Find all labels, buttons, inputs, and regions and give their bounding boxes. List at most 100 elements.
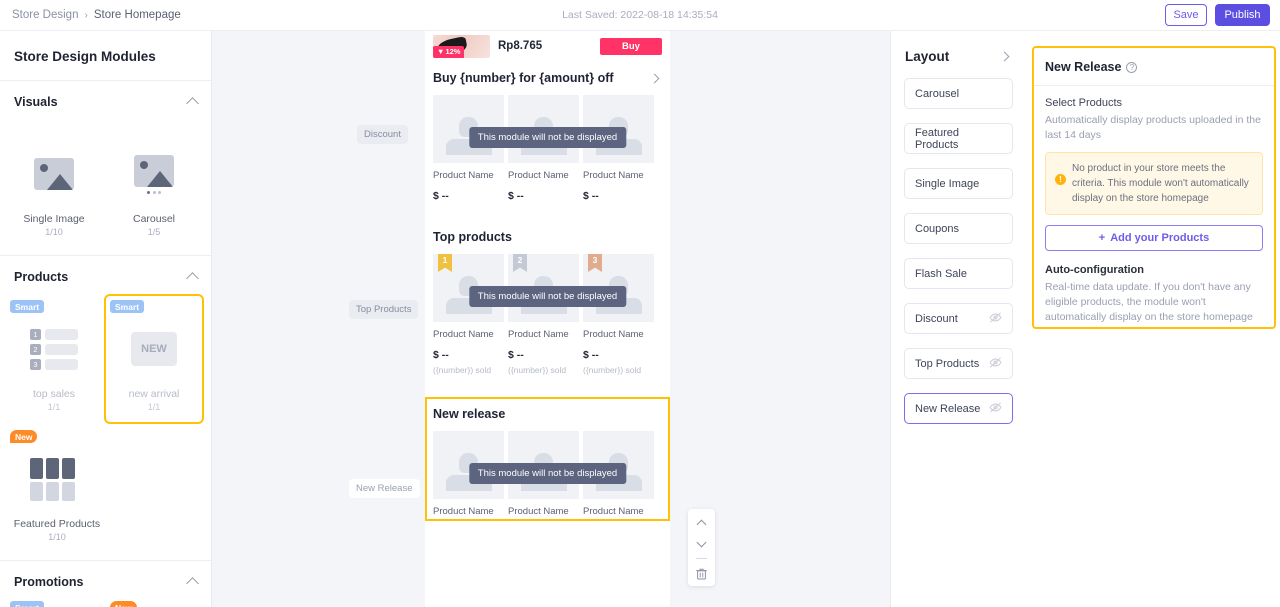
module-card-promo-b[interactable]: New	[104, 599, 204, 607]
module-title: Buy {number} for {amount} off	[433, 71, 614, 85]
product-sold-count: ({number}) sold	[508, 365, 579, 375]
new-badge: New	[10, 430, 37, 443]
layout-item-label: Discount	[915, 313, 958, 325]
sidebar-section-products[interactable]: Products	[0, 256, 211, 294]
chevron-right-icon[interactable]	[650, 73, 660, 83]
delete-icon[interactable]	[695, 567, 709, 580]
new-arrival-thumb: NEW	[108, 318, 200, 380]
module-title: New release	[433, 407, 505, 421]
module-card-new-arrival[interactable]: Smart NEW new arrival 1/1	[104, 294, 204, 424]
module-card-promo-a[interactable]: Smart	[4, 599, 104, 607]
product-name: Product Name	[433, 506, 504, 517]
layout-item-flash-sale[interactable]: Flash Sale	[904, 258, 1013, 289]
discount-tag: ▼12%	[433, 46, 464, 58]
featured-products-thumb	[8, 448, 106, 510]
layout-item-new-release[interactable]: New Release	[904, 393, 1013, 424]
layout-item-top-products[interactable]: Top Products	[904, 348, 1013, 379]
buy-button[interactable]: Buy	[600, 38, 662, 55]
top-sales-thumb: 1 2 3	[8, 318, 100, 380]
section-title-promotions: Promotions	[14, 575, 83, 589]
module-card-carousel[interactable]: Carousel 1/5	[104, 119, 204, 249]
smart-badge: Smart	[110, 300, 144, 313]
layout-item-label: Flash Sale	[915, 268, 967, 280]
module-hidden-note: This module will not be displayed	[469, 127, 626, 148]
module-toolbar	[688, 509, 715, 586]
smart-badge: Smart	[10, 601, 44, 607]
eye-off-icon[interactable]	[989, 357, 1002, 371]
chevron-right-icon[interactable]	[1000, 52, 1010, 62]
info-icon[interactable]: ?	[1126, 62, 1137, 73]
module-header: Buy {number} for {amount} off	[433, 71, 662, 85]
preview-module-new-release[interactable]: New release This module will not be disp…	[425, 397, 670, 521]
layout-item-label: Top Products	[915, 358, 979, 370]
eye-off-icon[interactable]	[989, 312, 1002, 326]
module-hidden-note: This module will not be displayed	[469, 463, 626, 484]
product-row: This module will not be displayed Produc…	[433, 95, 662, 202]
section-title-visuals: Visuals	[14, 95, 58, 109]
warning-box: ! No product in your store meets the cri…	[1045, 152, 1263, 215]
layout-item-label: Featured Products	[915, 127, 1002, 151]
carousel-thumb	[108, 143, 200, 205]
chip-new-release[interactable]: New Release	[349, 479, 420, 498]
rank-badge-icon: 3	[588, 254, 602, 272]
move-up-icon[interactable]	[695, 516, 709, 529]
move-down-icon[interactable]	[695, 537, 709, 550]
chip-discount[interactable]: Discount	[357, 125, 408, 144]
module-count: 1/1	[108, 402, 200, 412]
layout-item-discount[interactable]: Discount	[904, 303, 1013, 334]
product-card[interactable]: Product Name $ --	[508, 95, 579, 202]
layout-item-coupons[interactable]: Coupons	[904, 213, 1013, 244]
module-label: top sales	[8, 388, 100, 400]
preview-module-top-products[interactable]: Top products This module will not be dis…	[425, 220, 670, 379]
module-title: Top products	[433, 230, 512, 244]
product-price: $ --	[583, 349, 654, 361]
save-button[interactable]: Save	[1165, 4, 1207, 26]
module-header: Top products	[433, 230, 662, 244]
chevron-up-icon[interactable]	[186, 272, 199, 285]
product-price: $ --	[508, 349, 579, 361]
module-grid-visuals: Single Image 1/10 Carousel 1/5	[0, 119, 211, 255]
single-image-thumb	[8, 143, 100, 205]
product-grid-icon	[30, 458, 75, 501]
module-count: 1/1	[8, 402, 100, 412]
layout-item-featured-products[interactable]: Featured Products	[904, 123, 1013, 154]
eye-off-icon[interactable]	[989, 402, 1002, 416]
add-your-products-button[interactable]: + Add your Products	[1045, 225, 1263, 251]
image-placeholder-icon	[34, 158, 74, 190]
product-card[interactable]: 2 Product Name $ -- ({number}) sold	[508, 254, 579, 375]
product-name: Product Name	[433, 170, 504, 181]
module-card-single-image[interactable]: Single Image 1/10	[4, 119, 104, 249]
chevron-up-icon[interactable]	[186, 577, 199, 590]
plus-icon: +	[1099, 232, 1105, 244]
down-arrow-icon: ▼	[437, 47, 444, 56]
module-card-featured-products[interactable]: New Featured Products 1/10	[4, 424, 110, 554]
chip-top-products[interactable]: Top Products	[349, 300, 418, 319]
module-grid-products: Smart 1 2 3 top sales 1/1 Smart NEW new …	[0, 294, 211, 560]
settings-body: Select Products Automatically display pr…	[1034, 86, 1274, 329]
new-box-icon: NEW	[131, 332, 177, 366]
preview-module-discount[interactable]: Buy {number} for {amount} off This modul…	[425, 61, 670, 206]
publish-button[interactable]: Publish	[1215, 4, 1270, 26]
phone-preview: ▼12% Rp8.765 Buy Buy {number} for {amoun…	[425, 31, 670, 607]
sidebar-section-visuals[interactable]: Visuals	[0, 81, 211, 119]
new-release-settings-panel: New Release ? Select Products Automatica…	[1032, 46, 1276, 329]
product-name: Product Name	[508, 170, 579, 181]
product-card[interactable]: Product Name $ --	[433, 95, 504, 202]
chevron-up-icon[interactable]	[186, 97, 199, 110]
smart-badge: Smart	[10, 300, 44, 313]
module-hidden-note: This module will not be displayed	[469, 286, 626, 307]
product-card[interactable]: 3 Product Name $ -- ({number}) sold	[583, 254, 654, 375]
product-row: This module will not be displayed Produc…	[433, 431, 662, 517]
product-card[interactable]: Product Name $ --	[583, 95, 654, 202]
product-card[interactable]: 1 Product Name $ -- ({number}) sold	[433, 254, 504, 375]
module-grid-promotions: Smart New	[0, 599, 211, 607]
layout-item-carousel[interactable]: Carousel	[904, 78, 1013, 109]
module-card-top-sales[interactable]: Smart 1 2 3 top sales 1/1	[4, 294, 104, 424]
sidebar-section-promotions[interactable]: Promotions	[0, 561, 211, 599]
flash-sale-row: ▼12% Rp8.765 Buy	[425, 31, 670, 61]
store-design-modules-sidebar: Store Design Modules Visuals Single Imag…	[0, 31, 212, 607]
topbar-actions: Save Publish	[1165, 4, 1270, 26]
layout-item-single-image[interactable]: Single Image	[904, 168, 1013, 199]
product-name: Product Name	[583, 170, 654, 181]
select-products-description: Automatically display products uploaded …	[1045, 113, 1263, 143]
